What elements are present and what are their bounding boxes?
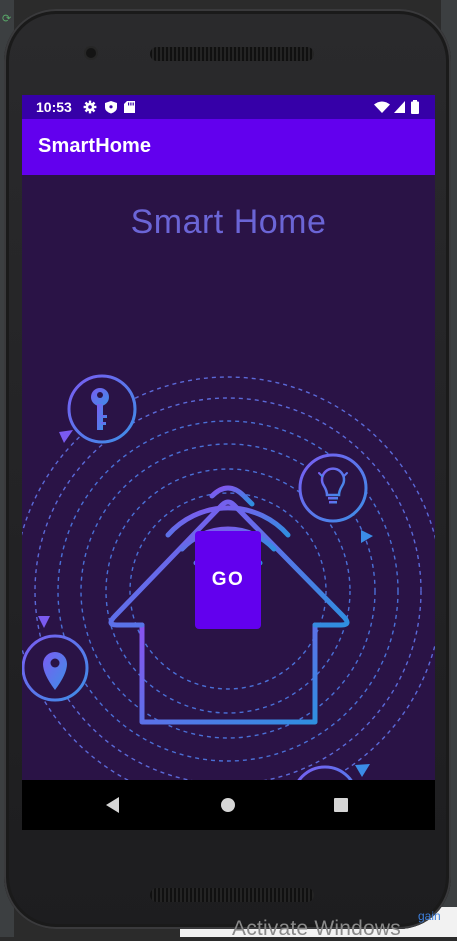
- back-icon[interactable]: [83, 780, 143, 830]
- bottom-speaker-grille: [150, 888, 314, 902]
- gear-icon: [83, 100, 97, 114]
- status-notification-icons: [83, 100, 135, 114]
- home-icon[interactable]: [199, 780, 259, 830]
- main-content: Smart Home GO: [22, 175, 435, 780]
- navigation-bar: [22, 780, 435, 830]
- battery-icon: [411, 100, 419, 114]
- desktop-link[interactable]: gain: [418, 909, 441, 923]
- status-system-icons: [374, 100, 419, 114]
- lightbulb-icon: [298, 453, 368, 523]
- key-icon: [67, 374, 137, 444]
- status-bar: 10:53: [22, 95, 435, 119]
- smart-home-illustration: [22, 374, 435, 780]
- recents-icon[interactable]: [312, 780, 372, 830]
- app-title: SmartHome: [38, 135, 152, 157]
- shield-icon: [105, 101, 117, 114]
- go-button[interactable]: GO: [195, 531, 261, 629]
- location-pin-icon: [22, 634, 89, 702]
- windows-activation-watermark: Activate Windows: [232, 917, 401, 940]
- front-camera: [86, 48, 96, 58]
- signal-icon: [394, 101, 405, 113]
- wifi-icon: [374, 101, 390, 113]
- phone-screen: 10:53 SmartHome Smart Home GO: [22, 95, 435, 830]
- refresh-icon: ⟳: [2, 13, 12, 25]
- top-speaker-grille: [150, 47, 314, 61]
- status-time: 10:53: [36, 99, 72, 115]
- app-bar: SmartHome: [22, 119, 435, 175]
- sd-card-icon: [124, 101, 135, 113]
